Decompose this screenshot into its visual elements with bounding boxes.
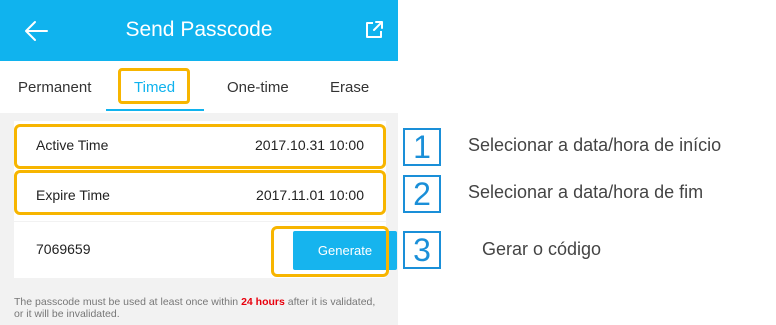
callout-number-2: 2 [403, 175, 441, 213]
page-title: Send Passcode [125, 18, 273, 41]
callout-text-1: Selecionar a data/hora de início [468, 135, 722, 155]
tab-bar: Permanent Timed One-time Erase [0, 61, 398, 113]
phone-screen: Send Passcode Permanent Timed One-time E… [0, 0, 398, 325]
passcode-value: 7069659 [36, 241, 91, 257]
generate-highlight [271, 226, 389, 277]
callout-number-3: 3 [403, 231, 441, 269]
validity-note: The passcode must be used at least once … [14, 296, 386, 320]
app-header: Send Passcode [0, 0, 398, 61]
expire-time-highlight [14, 170, 386, 215]
note-text-before: The passcode must be used at least once … [14, 296, 242, 308]
callout-text-2: Selecionar a data/hora de fim [468, 182, 704, 202]
tab-erase[interactable]: Erase [330, 79, 369, 96]
callout-text-3: Gerar o código [482, 239, 602, 259]
callout-number-1: 1 [403, 128, 441, 166]
tab-highlight-frame [118, 68, 190, 104]
active-tab-indicator [106, 109, 204, 111]
active-time-highlight [14, 124, 386, 169]
tab-one-time[interactable]: One-time [227, 79, 289, 96]
note-highlight: 24 hours [241, 296, 285, 308]
tab-permanent[interactable]: Permanent [18, 79, 91, 96]
share-icon[interactable] [364, 20, 384, 40]
